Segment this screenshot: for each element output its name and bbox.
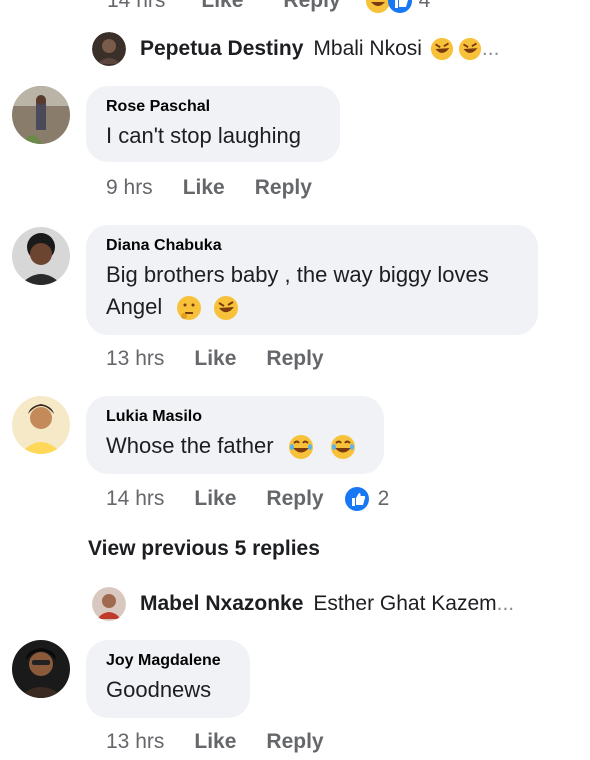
reply-preview[interactable]: Pepetua Destiny Mbali Nkosi ... [92, 31, 499, 67]
preview-text: Mbali Nkosi ... [313, 37, 499, 61]
previous-comment-actions: 14 hrs Like Reply 4 [107, 0, 430, 16]
like-reaction-icon [387, 0, 412, 13]
thinking-emoji-icon [177, 296, 202, 321]
avatar-photo [12, 396, 70, 454]
comment-actions: 13 hrs Like Reply [106, 730, 344, 754]
avatar[interactable] [12, 396, 70, 454]
comment-bubble: Lukia Masilo Whose the father [86, 396, 384, 474]
avatar[interactable] [12, 640, 70, 698]
reply-button[interactable]: Reply [255, 176, 312, 200]
reaction-count: 4 [418, 0, 431, 12]
comment-author[interactable]: Lukia Masilo [106, 408, 364, 426]
reply-button[interactable]: Reply [283, 0, 340, 13]
reply-button[interactable]: Reply [266, 730, 323, 754]
like-button[interactable]: Like [194, 347, 236, 371]
rofl-emoji-icon [213, 296, 238, 321]
comment-time: 14 hrs [107, 0, 166, 12]
preview-author[interactable]: Pepetua Destiny [140, 37, 303, 61]
reply-button[interactable]: Reply [266, 347, 323, 371]
preview-text: Esther Ghat Kazem ... [313, 592, 514, 616]
preview-text-content: Mbali Nkosi [313, 37, 422, 60]
comment-bubble: Rose Paschal I can't stop laughing [86, 86, 340, 162]
reply-preview[interactable]: Mabel Nxazonke Esther Ghat Kazem ... [92, 586, 514, 622]
avatar [92, 587, 126, 621]
reaction-summary[interactable]: 4 [361, 0, 431, 14]
comment-author[interactable]: Joy Magdalene [106, 652, 230, 670]
comment-time: 13 hrs [106, 347, 165, 370]
like-button[interactable]: Like [194, 730, 236, 754]
preview-author[interactable]: Mabel Nxazonke [140, 592, 303, 616]
reaction-summary[interactable]: 2 [344, 486, 390, 512]
comment-text-line-1: Big brothers baby , the way biggy loves [106, 262, 489, 287]
avatar-photo [12, 86, 70, 144]
tears-of-joy-emoji-icon [330, 435, 355, 460]
comment-text-line-2: Angel [106, 291, 518, 323]
comment-time: 9 hrs [106, 176, 153, 199]
avatar [92, 32, 126, 66]
comment-time: 13 hrs [106, 730, 165, 753]
comment-actions: 13 hrs Like Reply [106, 347, 344, 371]
avatar-photo [12, 227, 70, 285]
avatar-photo [12, 640, 70, 698]
like-button[interactable]: Like [194, 487, 236, 511]
comment-author[interactable]: Rose Paschal [106, 98, 320, 116]
like-reaction-icon [344, 487, 369, 511]
reply-button[interactable]: Reply [266, 487, 323, 511]
avatar[interactable] [12, 227, 70, 285]
comment-actions: 9 hrs Like Reply [106, 176, 332, 200]
like-button[interactable]: Like [183, 176, 225, 200]
comment-text-line-2-content: Angel [106, 294, 163, 319]
comment-text-content: Whose the father [106, 433, 274, 458]
truncation-ellipsis: ... [481, 37, 500, 60]
reaction-count: 2 [377, 487, 390, 510]
truncation-ellipsis: ... [496, 592, 515, 615]
comment-actions: 14 hrs Like Reply 2 [106, 486, 389, 512]
tears-of-joy-emoji-icon [288, 435, 313, 460]
comment-text: Goodnews [106, 677, 212, 702]
like-button[interactable]: Like [201, 0, 243, 13]
comment-text: I can't stop laughing [106, 123, 302, 148]
comment-author[interactable]: Diana Chabuka [106, 237, 518, 255]
comment-bubble: Diana Chabuka Big brothers baby , the wa… [86, 225, 538, 335]
comment-bubble: Joy Magdalene Goodnews [86, 640, 250, 718]
view-previous-replies-link[interactable]: View previous 5 replies [88, 537, 320, 561]
rofl-emoji-icon [458, 37, 481, 61]
comment-time: 14 hrs [106, 487, 165, 510]
preview-text-content: Esther Ghat Kazem [313, 592, 497, 615]
avatar[interactable] [12, 86, 70, 144]
comment-text: Whose the father [106, 430, 364, 462]
rofl-emoji-icon [430, 37, 453, 61]
